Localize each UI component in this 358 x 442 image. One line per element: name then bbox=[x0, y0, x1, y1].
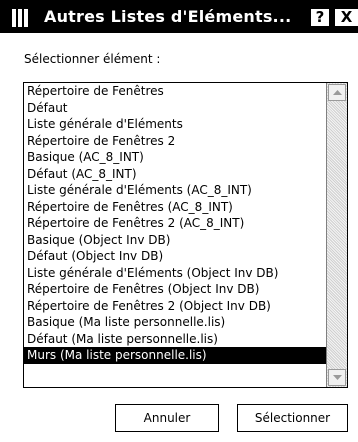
select-button[interactable]: Sélectionner bbox=[237, 404, 348, 432]
list-item[interactable]: Murs (Ma liste personnelle.lis) bbox=[24, 347, 327, 364]
vertical-scrollbar[interactable] bbox=[326, 83, 347, 387]
close-button[interactable]: X bbox=[334, 8, 358, 27]
list-item[interactable]: Défaut (Ma liste personnelle.lis) bbox=[24, 331, 327, 348]
help-button[interactable]: ? bbox=[310, 8, 330, 27]
list-item[interactable]: Basique (Object Inv DB) bbox=[24, 232, 327, 249]
dialog-window: Autres Listes d'Eléments... ? X Sélectio… bbox=[0, 0, 358, 442]
list-item[interactable]: Liste générale d'Eléments bbox=[24, 116, 327, 133]
list-item[interactable]: Liste générale d'Eléments (Object Inv DB… bbox=[24, 265, 327, 282]
list-item[interactable]: Répertoire de Fenêtres bbox=[24, 83, 327, 100]
scroll-down-button[interactable] bbox=[328, 369, 346, 386]
cancel-button[interactable]: Annuler bbox=[115, 404, 219, 432]
title-bar[interactable]: Autres Listes d'Eléments... ? X bbox=[0, 0, 358, 33]
arrow-down-icon bbox=[333, 375, 342, 380]
arrow-up-icon bbox=[333, 90, 342, 95]
list-item[interactable]: Défaut bbox=[24, 100, 327, 117]
list-item[interactable]: Répertoire de Fenêtres (Object Inv DB) bbox=[24, 281, 327, 298]
window-title: Autres Listes d'Eléments... bbox=[44, 7, 292, 26]
list-item[interactable]: Basique (AC_8_INT) bbox=[24, 149, 327, 166]
list-items: Répertoire de Fenêtres Défaut Liste généra… bbox=[24, 83, 327, 364]
scroll-up-button[interactable] bbox=[328, 84, 346, 101]
list-item[interactable]: Répertoire de Fenêtres 2 (AC_8_INT) bbox=[24, 215, 327, 232]
element-list[interactable]: Répertoire de Fenêtres Défaut Liste généra… bbox=[23, 82, 348, 388]
list-item[interactable]: Liste générale d'Eléments (AC_8_INT) bbox=[24, 182, 327, 199]
select-element-label: Sélectionner élément : bbox=[24, 52, 161, 66]
list-item[interactable]: Répertoire de Fenêtres (AC_8_INT) bbox=[24, 199, 327, 216]
list-item[interactable]: Répertoire de Fenêtres 2 bbox=[24, 133, 327, 150]
list-item[interactable]: Défaut (Object Inv DB) bbox=[24, 248, 327, 265]
list-item[interactable]: Basique (Ma liste personnelle.lis) bbox=[24, 314, 327, 331]
list-item[interactable]: Répertoire de Fenêtres 2 (Object Inv DB) bbox=[24, 298, 327, 315]
app-icon bbox=[12, 9, 36, 27]
list-item[interactable]: Défaut (AC_8_INT) bbox=[24, 166, 327, 183]
